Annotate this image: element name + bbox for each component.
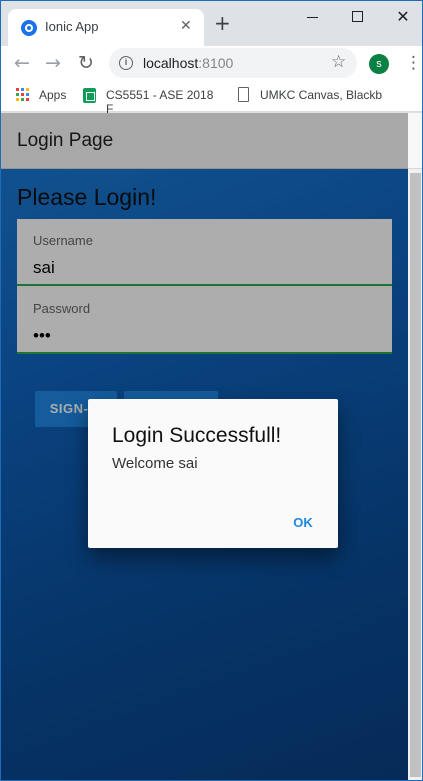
tab-close-icon[interactable]: ✕ [180,18,192,34]
scrollbar-thumb[interactable] [410,173,421,777]
browser-tab[interactable]: Ionic App ✕ [8,9,204,46]
browser-toolbar: ← → ↻ i localhost:8100 ☆ s ⋮ [0,46,423,82]
dialog-ok-button[interactable]: OK [282,511,324,535]
back-arrow-icon[interactable]: ← [14,52,30,74]
alert-dialog: Login Successfull! Welcome sai OK [88,399,338,548]
maximize-button[interactable] [343,6,373,28]
apps-grid-icon[interactable] [16,88,29,101]
dialog-message: Welcome sai [112,455,198,472]
forward-arrow-icon[interactable]: → [45,52,61,74]
site-info-icon[interactable]: i [119,56,133,70]
new-tab-button[interactable]: + [214,13,231,33]
ionic-favicon-icon [21,20,37,36]
scrollbar[interactable] [408,169,423,781]
url-port: :8100 [198,55,234,71]
bookmark-apps[interactable]: Apps [39,88,66,102]
minimize-button[interactable] [298,6,328,28]
profile-avatar[interactable]: s [369,54,389,74]
address-bar[interactable]: i localhost:8100 ☆ [109,48,357,78]
url-host: localhost [143,55,199,71]
browser-menu-icon[interactable]: ⋮ [405,52,422,74]
app-content: Login Page Please Login! Username sai Pa… [0,113,423,781]
url-text: localhost:8100 [143,55,233,71]
dialog-title: Login Successfull! [112,424,282,447]
document-icon [238,87,249,102]
reload-icon[interactable]: ↻ [78,52,94,74]
google-sheets-icon [83,88,96,103]
tab-title: Ionic App [45,19,99,34]
bookmark-star-icon[interactable]: ☆ [331,52,346,72]
window-close-button[interactable]: ✕ [388,6,418,28]
bookmark-umkc-canvas[interactable]: UMKC Canvas, Blackb [260,88,405,102]
browser-tabstrip: Ionic App ✕ + ✕ [0,0,423,46]
bookmark-cs5551[interactable]: CS5551 - ASE 2018 F [106,88,216,116]
